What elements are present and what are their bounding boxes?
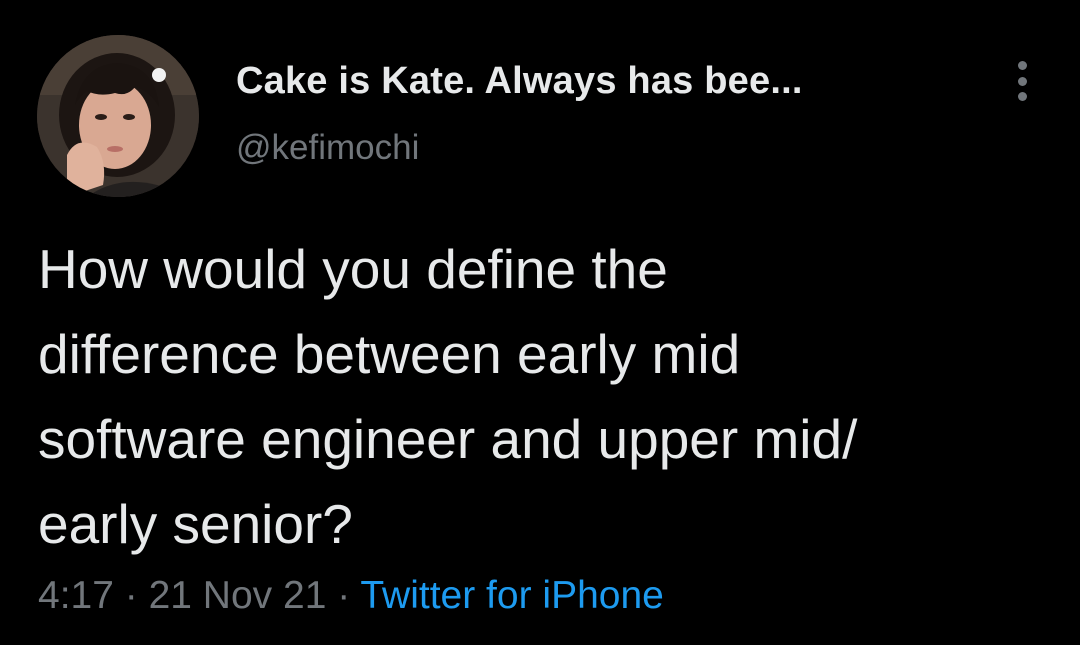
tweet-text-line: early senior? xyxy=(38,493,353,555)
tweet-source-link[interactable]: Twitter for iPhone xyxy=(360,574,663,617)
avatar[interactable] xyxy=(37,35,199,197)
meta-separator: · xyxy=(337,574,351,617)
tweet-time[interactable]: 4:17 xyxy=(38,574,114,617)
more-vertical-icon xyxy=(1017,92,1027,101)
more-options-button[interactable] xyxy=(1004,58,1040,104)
tweet-text: How would you define the difference betw… xyxy=(38,227,1048,567)
tweet-text-line: How would you define the xyxy=(38,238,668,300)
author-handle[interactable]: @kefimochi xyxy=(236,128,419,168)
tweet-text-line: software engineer and upper mid/ xyxy=(38,408,858,470)
more-vertical-icon xyxy=(1017,61,1027,70)
tweet-meta: 4:17 · 21 Nov 21 · Twitter for iPhone xyxy=(38,574,664,618)
tweet-date[interactable]: 21 Nov 21 xyxy=(149,574,327,617)
more-vertical-icon xyxy=(1017,76,1027,86)
meta-separator: · xyxy=(124,574,138,617)
author-display-name[interactable]: Cake is Kate. Always has bee... xyxy=(236,60,803,103)
avatar-image xyxy=(37,35,199,197)
tweet-text-line: difference between early mid xyxy=(38,323,741,385)
tweet: Cake is Kate. Always has bee... @kefimoc… xyxy=(0,0,1080,645)
